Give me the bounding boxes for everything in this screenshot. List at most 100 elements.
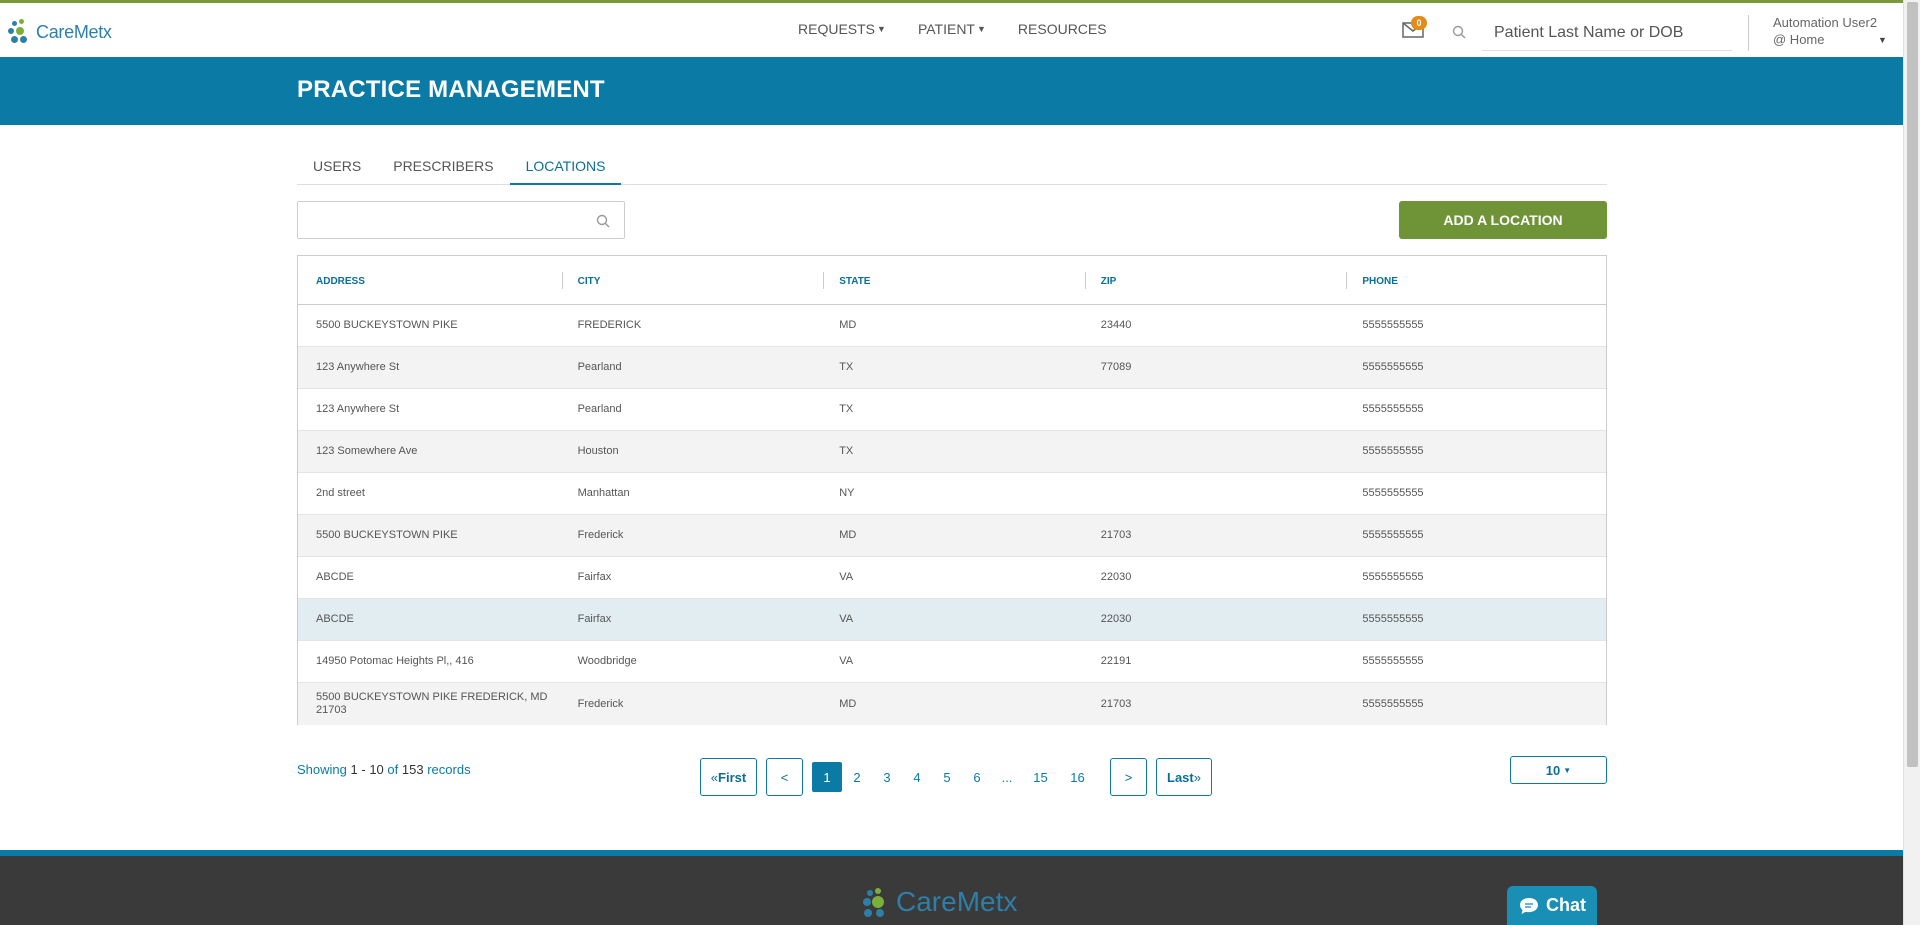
page-scrollbar[interactable] [1903, 0, 1920, 925]
logo-dots-icon [8, 19, 34, 45]
cell-city: Frederick [577, 697, 624, 710]
cell-state: TX [839, 403, 854, 415]
page-6[interactable]: 6 [962, 762, 992, 792]
nav-divider [1748, 15, 1749, 51]
showing-label: Showing [297, 762, 347, 777]
page-3[interactable]: 3 [872, 762, 902, 792]
nav-requests[interactable]: REQUESTS ▼ [798, 21, 886, 37]
table-row[interactable]: 5500 BUCKEYSTOWN PIKE FREDERICK, MD 2170… [298, 683, 1606, 725]
range-separator: - [361, 762, 366, 777]
cell-city: FREDERICK [577, 319, 642, 331]
patient-search-input[interactable] [1482, 15, 1732, 51]
cell-address: ABCDE [316, 571, 354, 583]
cell-state: MD [839, 529, 857, 541]
user-name: Automation User2 [1773, 15, 1878, 30]
chat-label: Chat [1546, 895, 1586, 915]
last-page-button[interactable]: Last» [1156, 758, 1212, 796]
page-size-value: 10 [1545, 762, 1561, 778]
logo-dots-icon [863, 888, 884, 917]
chat-button[interactable]: Chat [1507, 886, 1597, 925]
first-page-button[interactable]: «First [700, 758, 757, 796]
cell-address: 5500 BUCKEYSTOWN PIKE [316, 529, 458, 541]
location-search-input[interactable] [298, 202, 578, 238]
cell-address: 2nd street [316, 487, 365, 499]
column-header-phone[interactable]: PHONE [1344, 256, 1606, 304]
table-row[interactable]: 5500 BUCKEYSTOWN PIKE Frederick MD 21703 555… [298, 515, 1606, 557]
nav-resources[interactable]: RESOURCES [1018, 21, 1107, 37]
cell-state: TX [839, 361, 854, 373]
table-row[interactable]: ABCDE Fairfax VA 22030 5555555555 [298, 557, 1606, 599]
cell-phone: 5555555555 [1362, 361, 1424, 373]
caret-down-icon: ▼ [877, 24, 886, 34]
caremetx-logo[interactable]: CareMetx [8, 17, 112, 47]
tab-prescribers[interactable]: PRESCRIBERS [377, 150, 509, 185]
cell-phone: 5555555555 [1362, 319, 1424, 331]
user-menu[interactable]: Automation User2 @ Home [1773, 14, 1877, 48]
cell-zip: 77089 [1100, 361, 1132, 373]
page-15[interactable]: 15 [1022, 762, 1059, 792]
table-row[interactable]: 123 Somewhere Ave Houston TX 5555555555 [298, 431, 1606, 473]
search-icon [596, 214, 610, 228]
table-row[interactable]: 14950 Potomac Heights Pl,, 416 Woodbridge… [298, 641, 1606, 683]
page-1[interactable]: 1 [812, 762, 842, 792]
column-header-zip[interactable]: ZIP [1083, 256, 1345, 304]
next-page-button[interactable]: > [1110, 758, 1147, 796]
nav-patient[interactable]: PATIENT ▼ [918, 21, 986, 37]
scrollbar-thumb[interactable] [1907, 2, 1918, 767]
footer-logo: CareMetx [862, 886, 1017, 918]
table-row[interactable]: 2nd street Manhattan NY 5555555555 [298, 473, 1606, 515]
table-row[interactable]: 123 Anywhere St Pearland TX 77089 5555555555 [298, 347, 1606, 389]
page-5[interactable]: 5 [932, 762, 962, 792]
footer-logo-text: CareMetx [896, 886, 1018, 917]
cell-phone: 5555555555 [1362, 529, 1424, 541]
cell-zip: 21703 [1100, 529, 1132, 541]
location-filter [297, 201, 625, 239]
column-header-state[interactable]: STATE [821, 256, 1083, 304]
cell-address: 5500 BUCKEYSTOWN PIKE [316, 319, 458, 331]
cell-phone: 5555555555 [1362, 613, 1424, 625]
first-label: First [718, 769, 747, 785]
cell-city: Pearland [577, 361, 622, 373]
page-2[interactable]: 2 [842, 762, 872, 792]
add-location-button[interactable]: ADD A LOCATION [1399, 201, 1607, 239]
records-summary: Showing 1 - 10 of 153 records [297, 762, 471, 777]
of-label: of [387, 762, 399, 777]
cell-address: 14950 Potomac Heights Pl,, 416 [316, 655, 474, 667]
user-location: @ Home [1773, 32, 1825, 47]
records-label: records [427, 762, 471, 777]
page-size-select[interactable]: 10 ▼ [1510, 756, 1607, 784]
cell-zip: 21703 [1100, 697, 1132, 710]
page-16[interactable]: 16 [1059, 762, 1096, 792]
tab-users[interactable]: USERS [297, 150, 377, 185]
column-header-address[interactable]: ADDRESS [298, 256, 560, 304]
page-title: PRACTICE MANAGEMENT [297, 76, 605, 103]
prev-page-button[interactable]: < [766, 758, 803, 796]
cell-city: Manhattan [577, 487, 630, 499]
logo-text: CareMetx [36, 21, 112, 42]
cell-zip: 22191 [1100, 655, 1132, 667]
page-4[interactable]: 4 [902, 762, 932, 792]
table-body: 5500 BUCKEYSTOWN PIKE FREDERICK MD 23440 555… [298, 305, 1606, 725]
table-row[interactable]: 5500 BUCKEYSTOWN PIKE FREDERICK MD 23440 555… [298, 305, 1606, 347]
cell-city: Fairfax [577, 571, 612, 583]
column-header-city[interactable]: CITY [560, 256, 822, 304]
table-row[interactable]: 123 Anywhere St Pearland TX 5555555555 [298, 389, 1606, 431]
main-nav: REQUESTS ▼ PATIENT ▼ RESOURCES [798, 21, 1139, 37]
cell-city: Houston [577, 445, 619, 457]
cell-address: 5500 BUCKEYSTOWN PIKE FREDERICK, MD 2170… [316, 691, 548, 716]
cell-phone: 5555555555 [1362, 403, 1424, 415]
cell-zip: 22030 [1100, 571, 1132, 583]
tab-locations[interactable]: LOCATIONS [509, 150, 622, 185]
cell-phone: 5555555555 [1362, 697, 1424, 710]
cell-state: MD [839, 697, 857, 710]
cell-phone: 5555555555 [1362, 655, 1424, 667]
cell-phone: 5555555555 [1362, 571, 1424, 583]
page-header: PRACTICE MANAGEMENT [0, 57, 1903, 125]
cell-state: VA [839, 571, 854, 583]
table-row[interactable]: ABCDE Fairfax VA 22030 5555555555 [298, 599, 1606, 641]
double-chevron-left-icon: « [710, 769, 719, 785]
cell-address: 123 Anywhere St [316, 403, 400, 415]
last-label: Last [1167, 769, 1194, 785]
footer: CareMetx [0, 856, 1903, 925]
chevron-down-icon[interactable]: ▼ [1878, 35, 1887, 45]
